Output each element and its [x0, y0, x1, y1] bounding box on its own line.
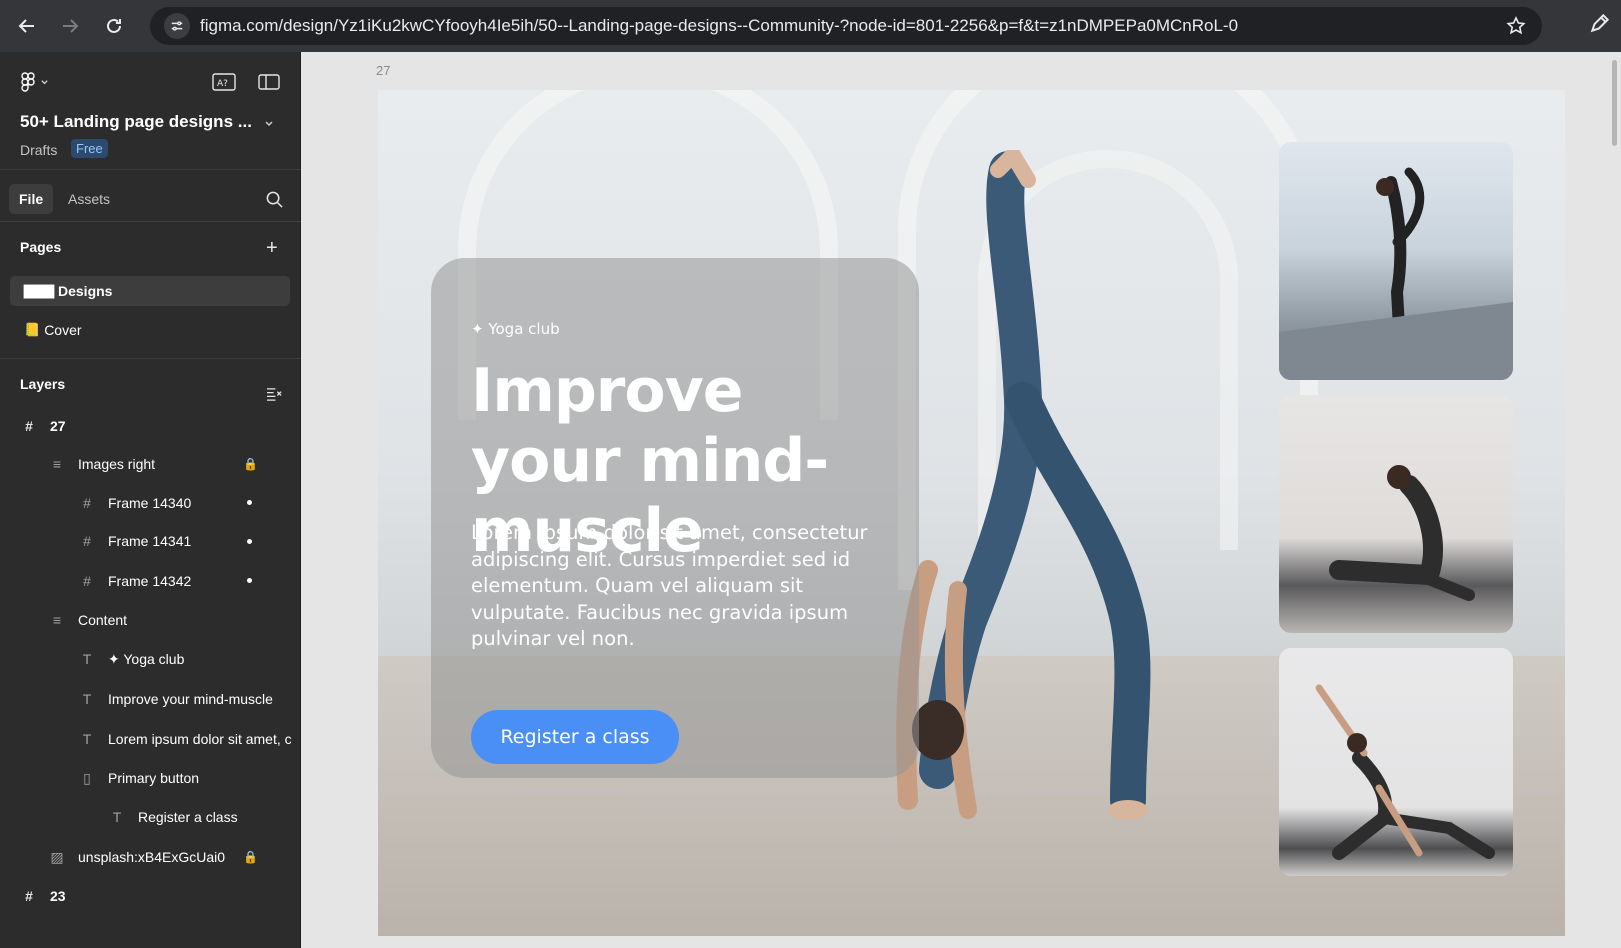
yoga-pose-image	[1279, 167, 1513, 380]
figma-logo-icon	[21, 72, 35, 92]
page-item-cover[interactable]: 📒 Cover	[10, 315, 290, 345]
reload-icon[interactable]	[92, 4, 136, 48]
tab-file[interactable]: File	[9, 184, 54, 214]
page-emoji: ▇▇▇	[24, 283, 54, 298]
divider	[0, 358, 301, 359]
file-title[interactable]: 50+ Landing page designs ...	[20, 112, 252, 132]
chevron-down-icon	[41, 79, 48, 84]
layer-label: Lorem ipsum dolor sit amet, c	[108, 731, 292, 747]
page-item-designs[interactable]: ▇▇▇ Designs	[10, 276, 290, 306]
frame-icon: #	[83, 533, 91, 549]
lock-icon[interactable]: 🔒	[243, 457, 258, 471]
page-label: Designs	[58, 283, 113, 299]
search-icon[interactable]	[265, 190, 284, 214]
left-sidebar: A? 50+ Landing page designs ... Drafts F…	[0, 52, 301, 948]
frame-icon: #	[83, 495, 91, 511]
chevron-down-icon[interactable]	[264, 116, 274, 134]
layer-images-right[interactable]: ≡ Images right	[48, 449, 155, 479]
layer-primary-button[interactable]: ▯ Primary button	[78, 763, 199, 793]
layer-register-text[interactable]: T Register a class	[108, 802, 238, 832]
text-icon: T	[112, 809, 122, 825]
layer-yoga-club-text[interactable]: T ✦ Yoga club	[78, 644, 185, 674]
design-canvas[interactable]: 27 ✦ Yoga club Improve your mind-muscle …	[301, 52, 1621, 948]
page-emoji: 📒	[24, 322, 41, 337]
yoga-pose-image	[1329, 465, 1475, 601]
page-label: Cover	[44, 322, 82, 338]
layer-frame-27[interactable]: # 27	[20, 411, 66, 441]
toggle-panel-icon[interactable]	[257, 72, 281, 92]
layer-label: Register a class	[138, 809, 238, 825]
component-icon: ▯	[83, 769, 91, 786]
layer-label: Frame 14341	[108, 533, 192, 549]
layer-frame-14342[interactable]: # Frame 14342	[78, 566, 191, 596]
site-settings-icon[interactable]	[164, 13, 190, 39]
auto-layout-icon: ≡	[52, 456, 62, 472]
layer-label: 27	[50, 418, 66, 434]
frame-icon: #	[25, 418, 33, 434]
divider	[0, 169, 301, 170]
landing-frame[interactable]: ✦ Yoga club Improve your mind-muscle Lor…	[378, 90, 1565, 936]
canvas-scrollbar[interactable]	[1612, 60, 1617, 146]
layer-label: 23	[50, 888, 66, 904]
layer-label: Improve your mind-muscle	[108, 691, 273, 707]
status-dot	[247, 539, 252, 544]
layer-frame-23[interactable]: # 23	[20, 881, 66, 911]
auto-layout-icon: ≡	[52, 612, 62, 628]
layer-label: ✦ Yoga club	[108, 650, 185, 667]
layer-label: Primary button	[108, 770, 200, 786]
frame-icon: #	[25, 888, 33, 904]
collapse-layers-icon[interactable]	[266, 387, 283, 407]
text-icon: T	[82, 731, 92, 747]
yoga-photo-1[interactable]	[1279, 142, 1513, 380]
layer-label: unsplash:xB4ExGcUai0	[78, 849, 226, 865]
status-dot	[247, 578, 252, 583]
text-icon: T	[82, 651, 92, 667]
divider	[0, 221, 301, 222]
svg-text:A?: A?	[217, 79, 228, 89]
layer-headline-text[interactable]: T Improve your mind-muscle	[78, 684, 273, 714]
frame-label[interactable]: 27	[376, 63, 390, 78]
plan-badge: Free	[71, 139, 108, 158]
text-icon: T	[82, 691, 92, 707]
layer-background-image[interactable]: ▨ unsplash:xB4ExGcUai0	[48, 842, 225, 872]
frame-icon: #	[83, 573, 91, 589]
browser-toolbar: figma.com/design/Yz1iKu2kwCYfooyh4Ie5ih/…	[0, 0, 1621, 52]
layer-frame-14341[interactable]: # Frame 14341	[78, 526, 191, 556]
status-dot	[247, 500, 252, 505]
figma-menu-button[interactable]	[20, 72, 49, 92]
back-icon[interactable]	[5, 4, 49, 48]
pages-heading: Pages	[20, 239, 62, 255]
yoga-photo-3[interactable]	[1279, 648, 1513, 876]
forward-icon[interactable]	[48, 4, 92, 48]
bookmark-star-icon[interactable]	[1506, 16, 1526, 41]
drafts-label[interactable]: Drafts	[20, 142, 57, 158]
lock-icon[interactable]: 🔒	[243, 850, 258, 864]
layer-body-text[interactable]: T Lorem ipsum dolor sit amet, c	[78, 724, 292, 754]
register-class-button[interactable]: Register a class	[471, 710, 679, 764]
address-bar[interactable]: figma.com/design/Yz1iKu2kwCYfooyh4Ie5ih/…	[150, 7, 1542, 45]
add-page-icon[interactable]: +	[266, 238, 278, 258]
image-icon: ▨	[50, 848, 64, 865]
layer-frame-14340[interactable]: # Frame 14340	[78, 488, 191, 518]
accessibility-text-icon[interactable]: A?	[212, 72, 236, 92]
layer-label: Frame 14340	[108, 495, 192, 511]
yoga-pose-image	[1315, 684, 1495, 860]
hero-body-text[interactable]: Lorem ipsum dolor sit amet, consectetur …	[471, 520, 881, 653]
layer-label: Frame 14342	[108, 573, 192, 589]
layer-label: Images right	[78, 456, 156, 472]
url-text[interactable]: figma.com/design/Yz1iKu2kwCYfooyh4Ie5ih/…	[200, 16, 1542, 36]
pen-icon[interactable]	[1589, 12, 1611, 39]
yoga-photo-2[interactable]	[1279, 395, 1513, 633]
yoga-club-tagline[interactable]: ✦ Yoga club	[471, 320, 560, 338]
layer-label: Content	[78, 612, 128, 628]
layers-heading: Layers	[20, 376, 66, 392]
tab-assets[interactable]: Assets	[58, 184, 120, 214]
layer-content[interactable]: ≡ Content	[48, 605, 127, 635]
